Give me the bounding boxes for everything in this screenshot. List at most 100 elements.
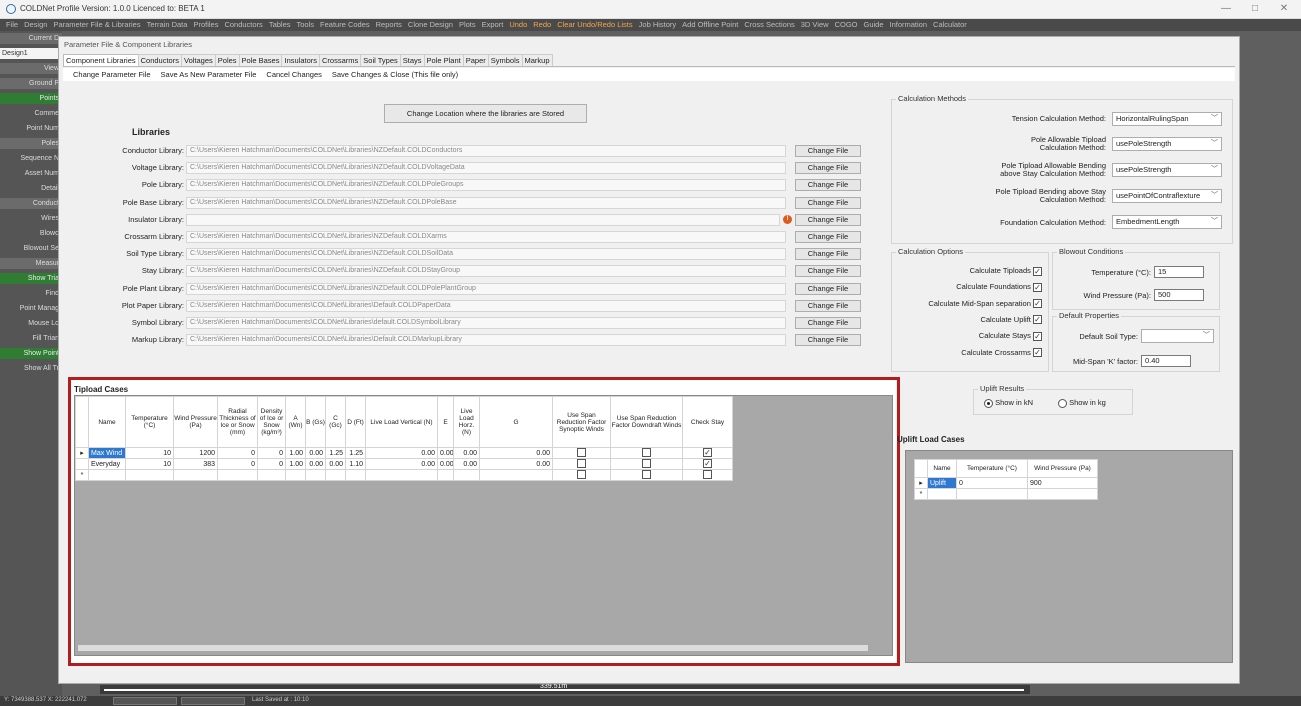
menu-item[interactable]: Parameter File & Libraries <box>53 19 140 31</box>
tab-crossarms[interactable]: Crossarms <box>319 54 362 66</box>
change-file-button[interactable]: Change File <box>795 162 861 175</box>
menu-item[interactable]: Job History <box>639 19 677 31</box>
tab-conductors[interactable]: Conductors <box>137 54 182 66</box>
left-panel-item[interactable]: Measur <box>0 258 62 269</box>
calc-option-row[interactable]: Calculate Stays ✓ <box>979 331 1042 341</box>
menu-item[interactable]: File <box>6 19 18 31</box>
table-cell-checkbox[interactable] <box>552 469 611 481</box>
left-panel-item[interactable]: Mouse Lo <box>0 318 62 329</box>
table-cell[interactable]: 1.10 <box>345 458 366 470</box>
table-cell-checkbox[interactable]: ✓ <box>682 458 733 470</box>
table-cell[interactable] <box>365 469 438 481</box>
checkbox-checked-icon[interactable]: ✓ <box>703 459 712 469</box>
table-cell[interactable] <box>927 488 957 500</box>
pole-tipload-select[interactable]: usePoleStrength ﹀ <box>1112 137 1222 151</box>
tension-method-select[interactable]: HorizontalRulingSpan ﹀ <box>1112 112 1222 126</box>
column-header[interactable]: C (Gc) <box>325 396 346 448</box>
left-panel-item[interactable]: Blowout Se <box>0 243 62 254</box>
change-location-button[interactable]: Change Location where the libraries are … <box>384 104 587 123</box>
table-cell[interactable]: 1200 <box>173 447 218 459</box>
checkbox-icon[interactable] <box>642 470 651 480</box>
table-cell[interactable] <box>305 469 326 481</box>
table-cell[interactable]: 1.25 <box>345 447 366 459</box>
menu-item-undo-redo[interactable]: Clear Undo/Redo Lists <box>557 19 632 31</box>
left-panel-item[interactable]: Point Num <box>0 123 62 134</box>
menu-item[interactable]: Plots <box>459 19 476 31</box>
table-cell[interactable]: 1.00 <box>285 458 306 470</box>
table-cell[interactable]: 0.00 <box>437 458 454 470</box>
checkbox-icon[interactable] <box>577 459 586 469</box>
new-row[interactable]: * <box>914 488 1098 500</box>
left-panel-item[interactable]: Blowo <box>0 228 62 239</box>
column-header[interactable]: Use Span Reduction Factor Downdraft Wind… <box>610 396 683 448</box>
table-cell[interactable] <box>88 469 126 481</box>
table-cell-checkbox[interactable] <box>610 458 683 470</box>
change-file-button[interactable]: Change File <box>795 231 861 243</box>
calc-option-row[interactable]: Calculate Foundations ✓ <box>956 282 1042 292</box>
left-panel-item[interactable]: Comme <box>0 108 62 119</box>
tab-component-libraries[interactable]: Component Libraries <box>63 54 139 66</box>
menu-item[interactable]: Design <box>24 19 47 31</box>
table-cell[interactable] <box>257 469 286 481</box>
stay-bending-select[interactable]: usePointOfContraflexture ﹀ <box>1112 189 1222 203</box>
table-cell-checkbox[interactable] <box>682 469 733 481</box>
tab-markup[interactable]: Markup <box>521 54 553 66</box>
column-header[interactable]: Temperature (°C) <box>956 459 1028 478</box>
checkbox-icon[interactable] <box>577 448 586 458</box>
minimize-button[interactable]: — <box>1215 2 1237 16</box>
bending-select[interactable]: usePoleStrength ﹀ <box>1112 163 1222 177</box>
calc-option-row[interactable]: Calculate Tiploads ✓ <box>970 266 1042 276</box>
table-cell[interactable]: 0 <box>217 458 258 470</box>
table-cell[interactable] <box>173 469 218 481</box>
table-cell[interactable] <box>453 469 480 481</box>
table-row[interactable]: ▸ Uplift 0 900 <box>914 477 1098 489</box>
column-header[interactable]: A (Wn) <box>285 396 306 448</box>
left-panel-item[interactable]: Detail <box>0 183 62 194</box>
column-header[interactable]: Density of Ice or Snow (kg/m³) <box>257 396 286 448</box>
column-header[interactable]: E <box>437 396 454 448</box>
table-cell[interactable]: Uplift <box>927 477 957 489</box>
menu-item-undo-redo[interactable]: Redo <box>533 19 551 31</box>
calc-option-row[interactable]: Calculate Uplift ✓ <box>980 315 1042 325</box>
table-cell[interactable]: 10 <box>125 458 174 470</box>
table-cell[interactable]: 383 <box>173 458 218 470</box>
change-file-button[interactable]: Change File <box>795 299 861 312</box>
left-panel-item[interactable]: Point Manag <box>0 303 62 314</box>
new-row[interactable]: * <box>75 469 733 481</box>
table-cell-checkbox[interactable] <box>552 458 611 470</box>
table-cell[interactable]: 0.00 <box>365 447 438 459</box>
left-panel-item[interactable]: Poles <box>0 138 62 149</box>
table-cell[interactable]: 0 <box>217 447 258 459</box>
table-cell-checkbox[interactable] <box>610 469 683 481</box>
table-row[interactable]: Everyday 10 383 0 0 1.00 0.00 0.00 1.10 0.00 0.00 0… <box>75 458 733 470</box>
change-file-button[interactable]: Change File <box>795 248 861 261</box>
default-soil-select[interactable]: ﹀ <box>1141 329 1214 343</box>
table-cell[interactable]: 0.00 <box>305 447 326 459</box>
change-file-button[interactable]: Change File <box>795 196 861 209</box>
table-cell[interactable] <box>217 469 258 481</box>
left-panel-item[interactable]: Show Tria <box>0 273 62 284</box>
menu-item[interactable]: COGO <box>835 19 858 31</box>
table-cell-checkbox[interactable]: ✓ <box>682 447 733 459</box>
tab-stays[interactable]: Stays <box>399 54 425 66</box>
table-cell[interactable]: 0.00 <box>365 458 438 470</box>
table-cell[interactable]: Everyday <box>88 458 126 470</box>
change-file-button[interactable]: Change File <box>795 282 861 295</box>
table-cell-checkbox[interactable] <box>610 447 683 459</box>
menu-item[interactable]: Tools <box>297 19 315 31</box>
table-cell[interactable]: 1.00 <box>285 447 306 459</box>
calc-option-row[interactable]: Calculate Mid-Span separation ✓ <box>928 299 1042 309</box>
checkbox-icon[interactable] <box>642 459 651 469</box>
menu-item[interactable]: 3D View <box>801 19 829 31</box>
table-cell[interactable] <box>956 488 1028 500</box>
checkbox-icon[interactable] <box>577 470 586 480</box>
change-file-button[interactable]: Change File <box>795 334 861 347</box>
column-header[interactable]: Name <box>927 459 957 478</box>
checkbox-checked-icon[interactable]: ✓ <box>1033 299 1042 309</box>
table-cell[interactable]: Max Wind <box>88 447 126 459</box>
table-cell[interactable] <box>1027 488 1098 500</box>
change-file-button[interactable]: Change File <box>795 145 861 157</box>
horizontal-scrollbar[interactable] <box>78 645 868 651</box>
change-file-button[interactable]: Change File <box>795 213 861 226</box>
menu-item[interactable]: Conductors <box>224 19 262 31</box>
